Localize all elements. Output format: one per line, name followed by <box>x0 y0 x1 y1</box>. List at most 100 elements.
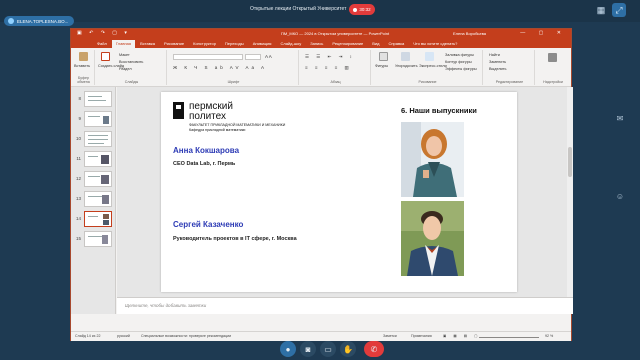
find-button[interactable]: Найти <box>489 53 500 57</box>
leave-icon[interactable]: ✆ <box>364 341 384 357</box>
thumbnail-slide-selected[interactable]: 14 <box>73 211 115 230</box>
font-family-select[interactable] <box>173 54 243 60</box>
shape-fill-button[interactable]: Заливка фигуры <box>445 53 474 57</box>
language-indicator[interactable]: русский <box>117 334 130 338</box>
group-label: Шрифт <box>227 80 240 84</box>
tab-animations[interactable]: Анимация <box>249 40 276 48</box>
section-button[interactable]: Раздел <box>119 67 132 71</box>
graduate-photo-1 <box>401 122 464 197</box>
scrollbar-thumb[interactable] <box>568 147 572 177</box>
group-drawing: Фигуры Упорядочить Экспресс-стили Заливк… <box>373 50 483 85</box>
hand-icon[interactable]: ✋ <box>340 341 356 357</box>
tab-view[interactable]: Вид <box>368 40 383 48</box>
addins-icon[interactable] <box>548 53 557 62</box>
tab-insert[interactable]: Вставка <box>136 40 159 48</box>
participants-icon[interactable]: ☺ <box>614 190 626 202</box>
thumbnail-slide[interactable]: 10 <box>73 131 115 150</box>
quick-access-toolbar[interactable]: ▣ ↶ ↷ ▢ ▾ <box>77 30 130 36</box>
graduate-photo-2 <box>401 201 464 276</box>
group-paragraph: ☰ ☰ ⇤ ⇥ ↕ ≡ ≡ ≡ ≡ ▥ Абзац <box>301 50 371 85</box>
powerpoint-window: ▣ ↶ ↷ ▢ ▾ ПМ_МКО — 2024 в Открытом униве… <box>70 28 573 341</box>
tab-record[interactable]: Запись <box>306 40 327 48</box>
user-name[interactable]: Елена Воробьева <box>453 31 486 36</box>
shapes-icon[interactable] <box>379 52 388 61</box>
tab-transitions[interactable]: Переходы <box>221 40 248 48</box>
thumbnail-slide[interactable]: 11 <box>73 151 115 170</box>
paste-button[interactable]: Вставить <box>74 64 90 68</box>
camera-icon[interactable]: ◙ <box>300 341 316 357</box>
group-editing: Найти Заменить Выделить Редактирование <box>485 50 535 85</box>
thumbnail-slide[interactable]: 8 <box>73 91 115 110</box>
slide-title: 6. Наши выпускники <box>401 106 477 115</box>
font-size-select[interactable] <box>245 54 261 60</box>
group-slides: Создать слайд Макет Восстановить Раздел … <box>97 50 167 85</box>
quick-styles-icon[interactable] <box>425 52 434 61</box>
group-label: Абзац <box>330 80 341 84</box>
fullscreen-icon[interactable]: ⤢ <box>612 3 626 17</box>
group-font: A A Ж К Ч S ab AV Aa A Шрифт <box>169 50 299 85</box>
reset-button[interactable]: Восстановить <box>119 60 143 64</box>
participant-chip[interactable]: ELENA.TOPLESNA.BO... <box>4 16 75 26</box>
group-label: Редактирование <box>495 80 524 84</box>
layout-button[interactable]: Макет <box>119 53 130 57</box>
tab-design[interactable]: Конструктор <box>189 40 220 48</box>
session-title: Открытые лекции Открытый Университет <box>250 6 347 12</box>
paste-icon[interactable] <box>79 52 88 61</box>
department-name: Кафедра прикладной математики <box>189 128 246 132</box>
comments-toggle-button[interactable]: Примечания <box>411 334 432 338</box>
tab-review[interactable]: Рецензирование <box>328 40 367 48</box>
thumbnail-slide[interactable]: 15 <box>73 231 115 250</box>
layout-icon[interactable]: ▦ <box>594 3 608 17</box>
tab-slideshow[interactable]: Слайд-шоу <box>276 40 305 48</box>
align-buttons[interactable]: ≡ ≡ ≡ ≡ ▥ <box>305 65 352 71</box>
thumbnail-slide[interactable]: 9 <box>73 111 115 130</box>
accessibility-status[interactable]: Специальные возможности: проверьте реком… <box>141 334 231 338</box>
tab-help[interactable]: Справка <box>384 40 408 48</box>
chat-icon[interactable]: ✉ <box>614 112 626 124</box>
thumbnail-slide[interactable]: 12 <box>73 171 115 190</box>
timer-text: 30:32 <box>359 7 371 12</box>
notes-placeholder: Щелкните, чтобы добавить заметки <box>125 303 207 308</box>
font-format-buttons[interactable]: Ж К Ч S ab AV Aa A <box>173 65 267 70</box>
arrange-button[interactable]: Упорядочить <box>395 64 418 68</box>
participant-label: ELENA.TOPLESNA.BO... <box>17 18 69 24</box>
window-title: ПМ_МКО — 2024 в Открытом университете — … <box>281 31 390 36</box>
graduate-name: Анна Кокшарова <box>173 146 240 155</box>
zoom-level[interactable]: 92 % <box>545 334 553 338</box>
mic-icon[interactable]: ● <box>280 341 296 357</box>
quick-styles-button[interactable]: Экспресс-стили <box>419 64 447 68</box>
graduate-role: CEO Data Lab, г. Пермь <box>173 161 236 167</box>
zoom-slider[interactable] <box>479 337 539 338</box>
share-screen-icon[interactable]: ▭ <box>320 341 336 357</box>
title-bar: ▣ ↶ ↷ ▢ ▾ ПМ_МКО — 2024 в Открытом униве… <box>71 29 571 39</box>
vertical-scrollbar[interactable] <box>567 87 573 297</box>
group-label: Слайды <box>124 80 139 84</box>
shape-outline-button[interactable]: Контур фигуры <box>445 60 472 64</box>
participant-status-icon <box>8 18 14 24</box>
slide[interactable]: пермский политех ФАКУЛЬТЕТ ПРИКЛАДНОЙ МА… <box>161 92 517 292</box>
tab-home[interactable]: Главная <box>111 40 136 48</box>
shapes-button[interactable]: Фигуры <box>375 64 388 68</box>
group-label: Надстройки <box>543 80 563 84</box>
arrange-icon[interactable] <box>401 52 410 61</box>
list-buttons[interactable]: ☰ ☰ ⇤ ⇥ ↕ <box>305 54 355 60</box>
replace-button[interactable]: Заменить <box>489 60 506 64</box>
status-bar: Слайд 14 из 22 русский Специальные возмо… <box>71 331 571 341</box>
shape-effects-button[interactable]: Эффекты фигуры <box>445 67 477 71</box>
view-buttons[interactable]: ▣ ▦ ▤ ▢ <box>443 334 481 338</box>
select-button[interactable]: Выделить <box>489 67 507 71</box>
slide-thumbnails-pane: 8 9 10 11 12 13 14 15 <box>71 87 116 314</box>
slide-counter: Слайд 14 из 22 <box>75 334 101 338</box>
notes-toggle-button[interactable]: Заметки <box>383 334 397 338</box>
font-grow-shrink[interactable]: A A <box>265 54 272 59</box>
tell-me-search[interactable]: Что вы хотите сделать? <box>409 40 461 48</box>
new-slide-icon[interactable] <box>101 52 110 61</box>
slide-editor-canvas[interactable]: пермский политех ФАКУЛЬТЕТ ПРИКЛАДНОЙ МА… <box>117 87 573 297</box>
thumbnail-slide[interactable]: 13 <box>73 191 115 210</box>
faculty-name: ФАКУЛЬТЕТ ПРИКЛАДНОЙ МАТЕМАТИКИ И МЕХАНИ… <box>189 123 286 127</box>
recording-timer[interactable]: 30:32 <box>349 4 375 15</box>
tab-file[interactable]: Файл <box>93 40 111 48</box>
window-controls[interactable]: — ▢ ✕ <box>520 30 567 36</box>
notes-pane[interactable]: Щелкните, чтобы добавить заметки <box>117 297 573 314</box>
tab-draw[interactable]: Рисование <box>160 40 188 48</box>
